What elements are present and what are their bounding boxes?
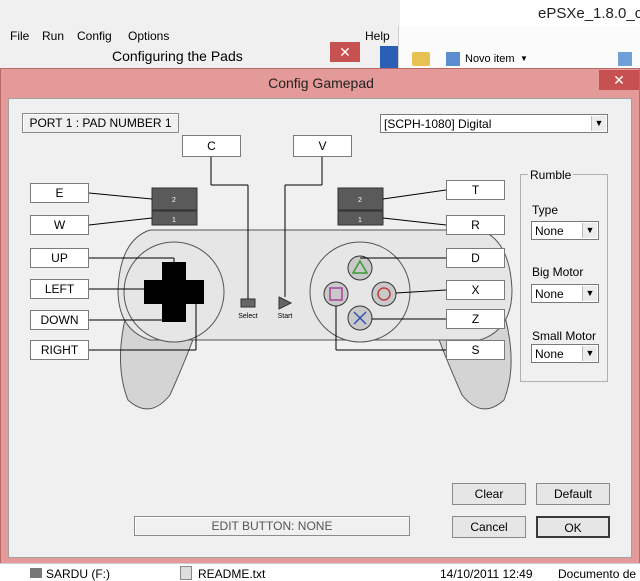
key-r1[interactable]: R — [446, 215, 505, 235]
small-motor-label: Small Motor — [532, 329, 597, 343]
key-left[interactable]: LEFT — [30, 279, 89, 299]
edit-button-status: EDIT BUTTON: NONE — [134, 516, 410, 536]
key-select[interactable]: C — [182, 135, 241, 157]
key-down[interactable]: DOWN — [30, 310, 89, 330]
key-r2[interactable]: T — [446, 180, 505, 200]
drive-icon — [30, 568, 42, 578]
chevron-down-icon: ▼ — [582, 286, 597, 301]
small-motor-value: None — [535, 347, 564, 361]
key-up[interactable]: UP — [30, 248, 89, 268]
rumble-type-value: None — [535, 224, 564, 238]
l2-label: 2 — [172, 197, 176, 204]
select-label: Select — [238, 313, 258, 320]
chevron-down-icon: ▼ — [582, 346, 597, 361]
key-triangle[interactable]: D — [446, 248, 505, 268]
file-date: 14/10/2011 12:49 — [440, 567, 533, 581]
ok-button[interactable]: OK — [536, 516, 610, 538]
default-button[interactable]: Default — [536, 483, 610, 505]
key-start[interactable]: V — [293, 135, 352, 157]
big-motor-select[interactable]: None ▼ — [531, 284, 599, 303]
rumble-type-select[interactable]: None ▼ — [531, 221, 599, 240]
key-square[interactable]: S — [446, 340, 505, 360]
key-circle[interactable]: X — [446, 280, 505, 300]
cancel-button[interactable]: Cancel — [452, 516, 526, 538]
key-right[interactable]: RIGHT — [30, 340, 89, 360]
rumble-type-label: Type — [532, 203, 559, 217]
file-name[interactable]: README.txt — [198, 567, 265, 581]
file-type: Documento de — [558, 567, 637, 581]
r1-label: 1 — [358, 217, 362, 224]
key-cross[interactable]: Z — [446, 309, 505, 329]
drive-label[interactable]: SARDU (F:) — [46, 567, 110, 581]
small-motor-select[interactable]: None ▼ — [531, 344, 599, 363]
big-motor-value: None — [535, 287, 564, 301]
chevron-down-icon: ▼ — [582, 223, 597, 238]
rumble-title: Rumble — [528, 168, 574, 182]
big-motor-label: Big Motor — [532, 265, 584, 279]
text-file-icon — [180, 566, 192, 580]
r2-label: 2 — [358, 197, 362, 204]
start-label: Start — [278, 313, 293, 320]
key-l1[interactable]: W — [30, 215, 89, 235]
explorer-status-bar: SARDU (F:) README.txt 14/10/2011 12:49 D… — [0, 563, 640, 581]
clear-button[interactable]: Clear — [452, 483, 526, 505]
l1-label: 1 — [172, 217, 176, 224]
key-l2[interactable]: E — [30, 183, 89, 203]
